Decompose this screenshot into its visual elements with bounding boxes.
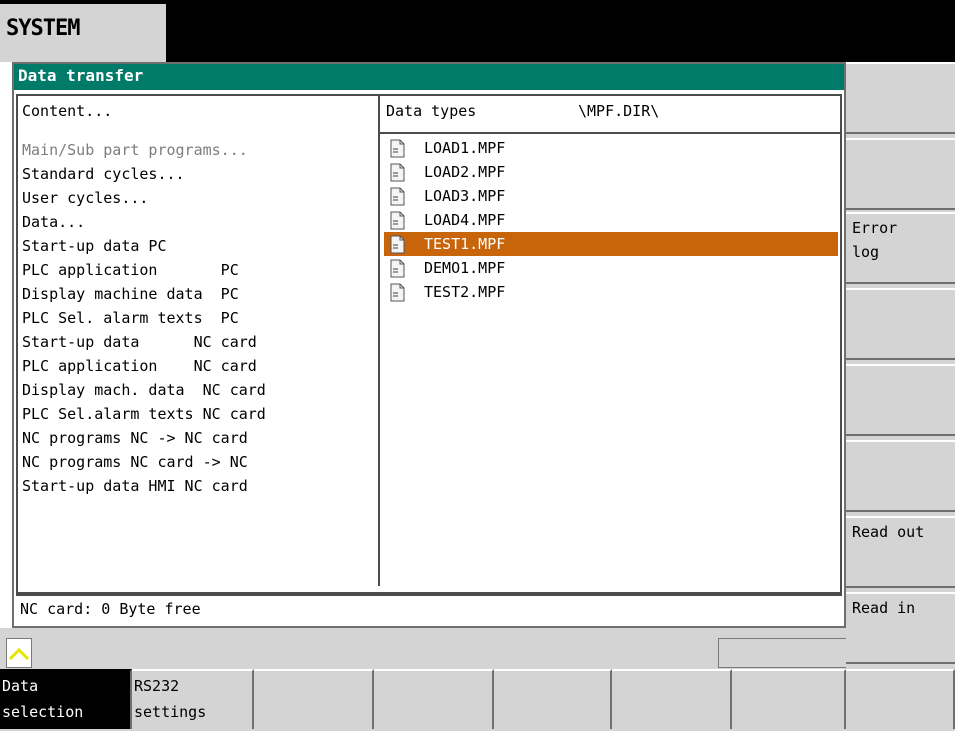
- horizontal-softkey-5[interactable]: [494, 669, 612, 729]
- file-item[interactable]: LOAD4.MPF: [384, 208, 838, 232]
- horizontal-softkey-6[interactable]: [612, 669, 732, 729]
- content-item[interactable]: PLC application NC card: [22, 354, 266, 378]
- document-icon: [390, 187, 405, 206]
- content-item[interactable]: NC programs NC -> NC card: [22, 426, 266, 450]
- message-field: [718, 638, 848, 668]
- top-bar: SYSTEM: [0, 0, 955, 62]
- content-item[interactable]: PLC application PC: [22, 258, 266, 282]
- column-divider: [378, 96, 380, 586]
- content-item[interactable]: Standard cycles...: [22, 162, 266, 186]
- horizontal-softkey-3[interactable]: [254, 669, 374, 729]
- softkey-label: settings: [134, 703, 207, 721]
- horizontal-softkey-4[interactable]: [374, 669, 494, 729]
- softkey-label: Read in: [852, 599, 916, 617]
- document-icon: [390, 259, 405, 278]
- vertical-softkey-4[interactable]: [846, 288, 955, 360]
- document-icon: [390, 163, 405, 182]
- chevron-up-icon: [8, 647, 30, 661]
- status-divider: [16, 594, 842, 596]
- dialog-title: Data transfer: [14, 64, 844, 90]
- file-item[interactable]: TEST2.MPF: [384, 280, 838, 304]
- content-item[interactable]: PLC Sel.alarm texts NC card: [22, 402, 266, 426]
- area-tab-system[interactable]: SYSTEM: [0, 4, 166, 62]
- content-item[interactable]: Display machine data PC: [22, 282, 266, 306]
- file-item[interactable]: LOAD1.MPF: [384, 136, 838, 160]
- softkey-label: Error: [852, 219, 898, 237]
- data-transfer-dialog: Data transfer Content... Data types \MPF…: [12, 62, 846, 628]
- file-name: DEMO1.MPF: [424, 259, 506, 277]
- horizontal-softkey-1[interactable]: Data selection: [0, 669, 132, 729]
- horizontal-softkey-bar: Data selection RS232 settings: [0, 669, 955, 731]
- file-item[interactable]: DEMO1.MPF: [384, 256, 838, 280]
- file-item[interactable]: TEST1.MPF: [384, 232, 838, 256]
- content-item[interactable]: Data...: [22, 210, 266, 234]
- vertical-softkey-3[interactable]: Error log: [846, 212, 955, 284]
- dialog-body: Content... Data types \MPF.DIR\ Main/Sub…: [16, 94, 842, 594]
- vertical-softkey-5[interactable]: [846, 364, 955, 436]
- status-bar: NC card: 0 Byte free: [16, 594, 842, 626]
- content-item[interactable]: User cycles...: [22, 186, 266, 210]
- status-text: NC card: 0 Byte free: [20, 600, 201, 618]
- vertical-softkey-bar: Error log Read out Read in: [846, 62, 955, 669]
- content-item[interactable]: PLC Sel. alarm texts PC: [22, 306, 266, 330]
- vertical-softkey-7[interactable]: Read out: [846, 516, 955, 588]
- content-item[interactable]: NC programs NC card -> NC: [22, 450, 266, 474]
- file-name: LOAD3.MPF: [424, 187, 506, 205]
- directory-label: \MPF.DIR\: [578, 102, 660, 120]
- document-icon: [390, 139, 405, 158]
- vertical-softkey-1[interactable]: [846, 62, 955, 134]
- file-name: LOAD2.MPF: [424, 163, 506, 181]
- softkey-label: RS232: [134, 677, 180, 695]
- file-list: LOAD1.MPF LOAD2.MPF LOAD3.MPF LOAD4.MPF TEST…: [384, 136, 838, 304]
- content-item[interactable]: Start-up data HMI NC card: [22, 474, 266, 498]
- file-item[interactable]: LOAD3.MPF: [384, 184, 838, 208]
- content-item[interactable]: Start-up data PC: [22, 234, 266, 258]
- file-item[interactable]: LOAD2.MPF: [384, 160, 838, 184]
- content-column-header: Content...: [22, 102, 113, 120]
- document-icon: [390, 211, 405, 230]
- file-name: TEST2.MPF: [424, 283, 506, 301]
- content-list: Main/Sub part programs... Standard cycles…: [22, 138, 266, 498]
- header-divider: [380, 132, 840, 134]
- softkey-label: selection: [2, 703, 84, 721]
- file-name: TEST1.MPF: [424, 235, 506, 253]
- message-strip: [0, 628, 848, 670]
- content-item[interactable]: Main/Sub part programs...: [22, 138, 266, 162]
- softkey-label: Data: [2, 677, 39, 695]
- file-name: LOAD1.MPF: [424, 139, 506, 157]
- horizontal-softkey-8[interactable]: [846, 669, 955, 729]
- content-item[interactable]: Display mach. data NC card: [22, 378, 266, 402]
- horizontal-softkey-7[interactable]: [732, 669, 846, 729]
- recall-button[interactable]: [6, 638, 32, 668]
- content-item[interactable]: Start-up data NC card: [22, 330, 266, 354]
- data-types-header: Data types: [386, 102, 477, 120]
- document-icon: [390, 235, 405, 254]
- softkey-label: Read out: [852, 523, 925, 541]
- horizontal-softkey-2[interactable]: RS232 settings: [132, 669, 254, 729]
- softkey-label: log: [852, 243, 880, 261]
- file-name: LOAD4.MPF: [424, 211, 506, 229]
- vertical-softkey-8[interactable]: Read in: [846, 592, 955, 664]
- document-icon: [390, 283, 405, 302]
- vertical-softkey-6[interactable]: [846, 440, 955, 512]
- vertical-softkey-2[interactable]: [846, 138, 955, 210]
